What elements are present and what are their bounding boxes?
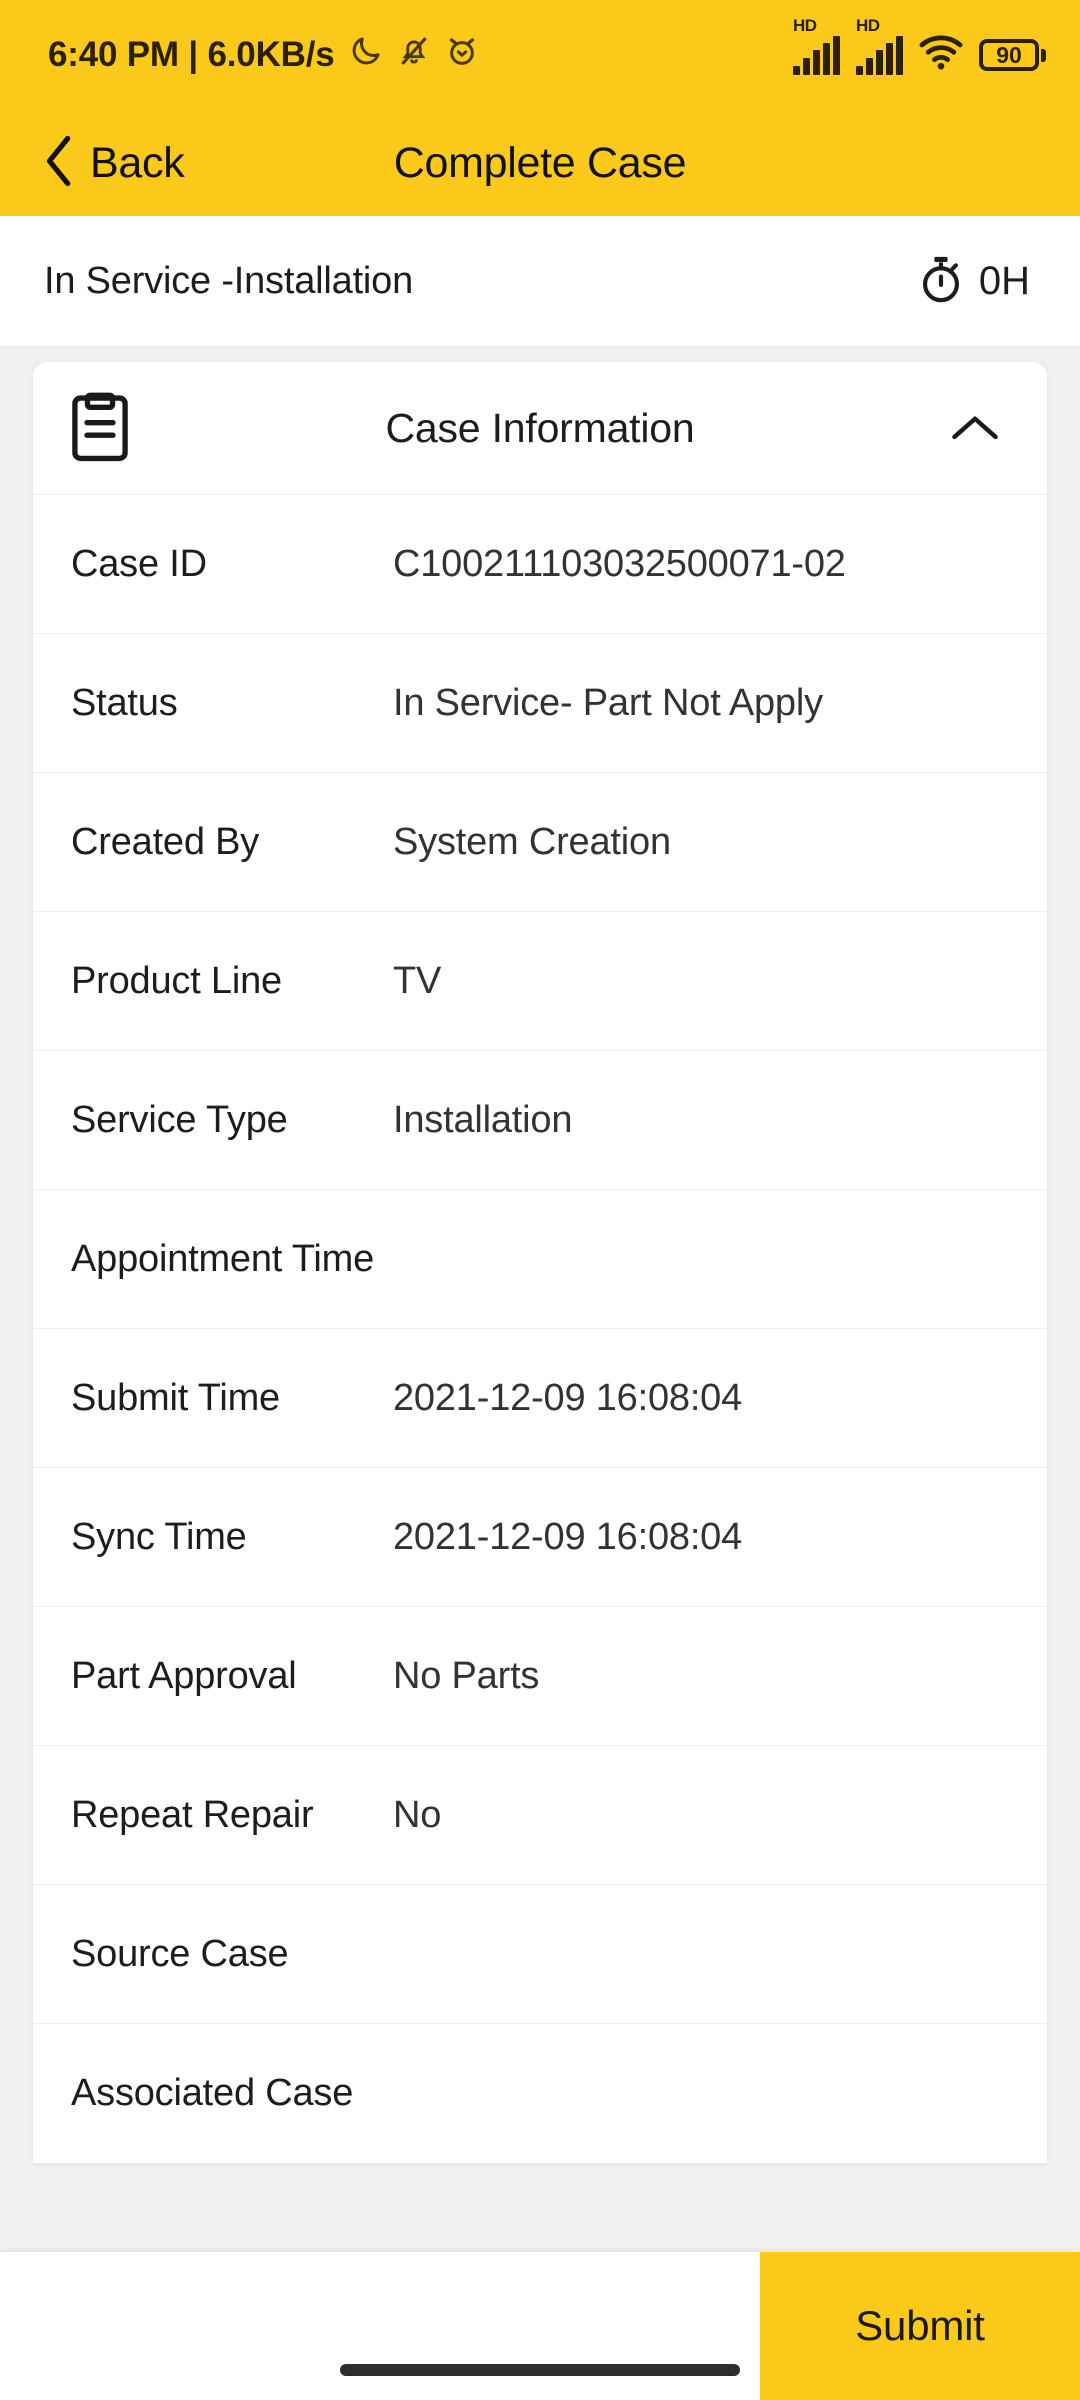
row-label: Source Case: [71, 1932, 289, 1975]
table-row: Appointment Time: [33, 1190, 1047, 1329]
moon-icon: [349, 34, 383, 77]
row-label: Repeat Repair: [71, 1793, 314, 1836]
table-row: Service Type Installation: [33, 1051, 1047, 1190]
row-label: Submit Time: [71, 1376, 280, 1419]
wifi-icon: [919, 34, 963, 77]
row-label: Service Type: [71, 1098, 288, 1141]
battery-level-label: 90: [979, 39, 1039, 71]
submit-button[interactable]: Submit: [760, 2252, 1080, 2400]
case-status-strip: In Service -Installation 0H: [0, 216, 1080, 346]
row-label: Product Line: [71, 959, 282, 1002]
app-header-bar: Back Complete Case: [0, 110, 1080, 216]
status-bar-right: HD HD 90: [793, 16, 1046, 77]
back-button-label: Back: [90, 138, 185, 187]
case-information-card: Case Information Case ID C10021110303250…: [33, 362, 1047, 2163]
signal-strength-icon-sim1: HD: [793, 16, 840, 75]
table-row: Part Approval No Parts: [33, 1607, 1047, 1746]
alarm-icon: [445, 34, 479, 77]
table-row: Product Line TV: [33, 912, 1047, 1051]
table-row: Sync Time 2021-12-09 16:08:04: [33, 1468, 1047, 1607]
row-value: C100211103032500071-02: [393, 542, 846, 585]
row-label: Status: [71, 681, 178, 724]
row-value: No Parts: [393, 1654, 540, 1697]
scroll-content[interactable]: Case Information Case ID C10021110303250…: [0, 346, 1080, 2400]
system-status-bar: 6:40 PM | 6.0KB/s HD HD 90: [0, 0, 1080, 110]
back-button[interactable]: Back: [0, 135, 185, 192]
hd-label-sim2: HD: [856, 15, 880, 35]
elapsed-hours-label: 0H: [978, 258, 1030, 303]
clipboard-icon: [69, 392, 131, 464]
elapsed-time-indicator: 0H: [917, 253, 1030, 310]
row-value: In Service- Part Not Apply: [393, 681, 823, 724]
table-row: Status In Service- Part Not Apply: [33, 634, 1047, 773]
row-label: Part Approval: [71, 1654, 297, 1697]
row-label: Appointment Time: [71, 1237, 375, 1280]
case-status-label: In Service -Installation: [44, 259, 414, 302]
chevron-left-icon: [42, 135, 76, 192]
row-value: No: [393, 1793, 442, 1836]
chevron-up-icon[interactable]: [945, 398, 1005, 458]
bell-off-icon: [397, 34, 431, 77]
row-value: 2021-12-09 16:08:04: [393, 1515, 743, 1558]
hd-label-sim1: HD: [793, 15, 817, 35]
signal-strength-icon-sim2: HD: [856, 16, 903, 75]
status-bar-left: 6:40 PM | 6.0KB/s: [48, 34, 479, 77]
row-label: Created By: [71, 820, 260, 863]
table-row: Associated Case: [33, 2024, 1047, 2163]
row-value: System Creation: [393, 820, 671, 863]
case-information-title: Case Information: [385, 404, 695, 451]
battery-tip: [1041, 48, 1046, 62]
table-row: Repeat Repair No: [33, 1746, 1047, 1885]
row-value: 2021-12-09 16:08:04: [393, 1376, 743, 1419]
row-label: Sync Time: [71, 1515, 247, 1558]
row-value: Installation: [393, 1098, 573, 1141]
table-row: Created By System Creation: [33, 773, 1047, 912]
battery-icon: 90: [979, 39, 1046, 71]
row-label: Associated Case: [71, 2072, 354, 2114]
stopwatch-icon: [917, 253, 965, 310]
bottom-action-bar: Submit: [0, 2252, 1080, 2400]
row-value: TV: [393, 959, 442, 1002]
status-clock-and-network-speed: 6:40 PM | 6.0KB/s: [48, 35, 335, 74]
row-label: Case ID: [71, 542, 207, 585]
table-row: Source Case: [33, 1885, 1047, 2024]
table-row: Case ID C100211103032500071-02: [33, 495, 1047, 634]
case-information-card-header[interactable]: Case Information: [33, 362, 1047, 495]
table-row: Submit Time 2021-12-09 16:08:04: [33, 1329, 1047, 1468]
app-screen: 6:40 PM | 6.0KB/s HD HD 90 Back Complete…: [0, 0, 1080, 2400]
home-indicator: [340, 2364, 740, 2376]
